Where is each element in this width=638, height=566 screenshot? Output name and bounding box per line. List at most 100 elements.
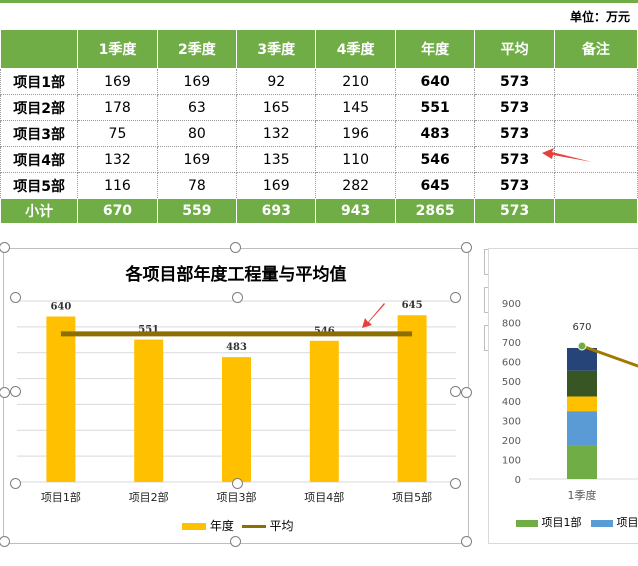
cell-q2[interactable]: 80 xyxy=(156,120,238,147)
bar[interactable] xyxy=(134,339,164,482)
cell-year[interactable]: 483 xyxy=(394,120,476,147)
quarter-chart[interactable]: 0 100 200 300 400 500 600 700 800 900 670 1季度 项目1部 … xyxy=(488,248,638,544)
y-tick-label[interactable]: 600 xyxy=(502,358,521,369)
quarter-chart-legend[interactable]: 项目1部 项目 xyxy=(516,514,638,530)
resize-handle[interactable] xyxy=(461,242,472,253)
stacked-bar-segment[interactable] xyxy=(567,370,597,397)
stacked-bar-segment[interactable] xyxy=(567,347,597,371)
y-tick-label[interactable]: 800 xyxy=(502,319,521,330)
quarter-chart-plot[interactable]: 0 100 200 300 400 500 600 700 800 900 670 1季度 xyxy=(489,249,638,543)
stacked-bar-segment[interactable] xyxy=(567,445,597,479)
data-label[interactable]: 483 xyxy=(226,342,247,353)
header-cell-avg[interactable]: 平均 xyxy=(474,29,555,69)
total-marker[interactable] xyxy=(577,341,587,351)
arrow-shape[interactable] xyxy=(362,303,385,328)
cell-avg[interactable]: 573 xyxy=(474,172,555,199)
cell-name[interactable]: 项目2部 xyxy=(0,94,79,121)
cell-note[interactable] xyxy=(553,68,638,95)
cell-q1[interactable]: 116 xyxy=(77,172,158,199)
header-cell-note[interactable]: 备注 xyxy=(553,29,638,69)
stacked-bar-segment[interactable] xyxy=(567,411,597,446)
cell-year[interactable]: 645 xyxy=(394,172,476,199)
y-tick-label[interactable]: 0 xyxy=(515,475,521,486)
cell-name[interactable]: 项目5部 xyxy=(0,172,79,199)
y-tick-label[interactable]: 200 xyxy=(502,436,521,447)
cell-q1[interactable]: 132 xyxy=(77,146,158,173)
resize-handle[interactable] xyxy=(461,387,472,398)
resize-handle[interactable] xyxy=(230,242,241,253)
cell-year[interactable]: 640 xyxy=(394,68,476,95)
plot-area-handle[interactable] xyxy=(450,386,461,397)
cell-name[interactable]: 项目1部 xyxy=(0,68,79,95)
cell-q2[interactable]: 169 xyxy=(156,68,238,95)
cell-q4[interactable]: 282 xyxy=(315,172,396,199)
cell-avg[interactable]: 573 xyxy=(474,68,555,95)
cell-q2[interactable]: 63 xyxy=(156,94,238,121)
header-cell-corner[interactable] xyxy=(0,29,79,69)
bar[interactable] xyxy=(397,315,427,482)
x-tick-label[interactable]: 项目2部 xyxy=(129,490,169,504)
plot-area-handle[interactable] xyxy=(10,292,21,303)
bar[interactable] xyxy=(222,357,251,482)
y-tick-label[interactable]: 700 xyxy=(502,338,521,349)
data-label[interactable]: 640 xyxy=(50,302,71,313)
bar[interactable] xyxy=(46,316,76,482)
cell-q1[interactable]: 75 xyxy=(77,120,158,147)
resize-handle[interactable] xyxy=(0,536,10,547)
y-tick-label[interactable]: 400 xyxy=(502,397,521,408)
x-tick-label[interactable]: 项目5部 xyxy=(392,490,432,504)
cell-q2[interactable]: 169 xyxy=(156,146,238,173)
y-tick-label[interactable]: 300 xyxy=(502,416,521,427)
cell-note[interactable] xyxy=(553,172,638,199)
plot-area-handle[interactable] xyxy=(450,292,461,303)
total-cell-year[interactable]: 2865 xyxy=(394,198,476,224)
cell-q4[interactable]: 210 xyxy=(315,68,396,95)
total-cell-q3[interactable]: 693 xyxy=(236,198,317,224)
cell-name[interactable]: 项目4部 xyxy=(0,146,79,173)
cell-avg[interactable]: 573 xyxy=(474,94,555,121)
plot-area-handle[interactable] xyxy=(10,386,21,397)
cell-q3[interactable]: 132 xyxy=(236,120,317,147)
total-cell-q4[interactable]: 943 xyxy=(315,198,396,224)
cell-q4[interactable]: 145 xyxy=(315,94,396,121)
resize-handle[interactable] xyxy=(461,536,472,547)
cell-year[interactable]: 551 xyxy=(394,94,476,121)
chart-legend[interactable]: 年度 平均 xyxy=(182,517,294,534)
cell-note[interactable] xyxy=(553,94,638,121)
y-tick-label[interactable]: 100 xyxy=(502,455,521,466)
header-cell-year[interactable]: 年度 xyxy=(394,29,476,69)
y-tick-label[interactable]: 500 xyxy=(502,377,521,388)
cell-year[interactable]: 546 xyxy=(394,146,476,173)
plot-area-handle[interactable] xyxy=(232,478,243,489)
total-label[interactable]: 670 xyxy=(572,322,591,333)
header-cell-q2[interactable]: 2季度 xyxy=(156,29,238,69)
x-tick-label[interactable]: 项目3部 xyxy=(217,490,257,504)
bar[interactable] xyxy=(309,340,339,482)
cell-q3[interactable]: 135 xyxy=(236,146,317,173)
plot-area-handle[interactable] xyxy=(450,478,461,489)
cell-name[interactable]: 项目3部 xyxy=(0,120,79,147)
cell-q3[interactable]: 169 xyxy=(236,172,317,199)
cell-note[interactable] xyxy=(553,120,638,147)
header-cell-q1[interactable]: 1季度 xyxy=(77,29,158,69)
header-cell-q3[interactable]: 3季度 xyxy=(236,29,317,69)
plot-area-handle[interactable] xyxy=(10,478,21,489)
total-cell-q1[interactable]: 670 xyxy=(77,198,158,224)
x-tick-label[interactable]: 项目4部 xyxy=(304,490,344,504)
x-tick-label[interactable]: 项目1部 xyxy=(41,490,81,504)
data-label[interactable]: 645 xyxy=(402,300,423,311)
total-cell-note[interactable] xyxy=(553,198,638,224)
total-cell-name[interactable]: 小计 xyxy=(0,198,79,224)
header-cell-q4[interactable]: 4季度 xyxy=(315,29,396,69)
red-arrow-icon[interactable] xyxy=(362,303,385,328)
cell-q1[interactable]: 178 xyxy=(77,94,158,121)
total-cell-q2[interactable]: 559 xyxy=(156,198,238,224)
x-tick-label[interactable]: 1季度 xyxy=(568,488,597,502)
stacked-bar-segment[interactable] xyxy=(567,396,597,412)
total-cell-avg[interactable]: 573 xyxy=(474,198,555,224)
y-tick-label[interactable]: 900 xyxy=(502,299,521,310)
cell-q3[interactable]: 165 xyxy=(236,94,317,121)
cell-q4[interactable]: 110 xyxy=(315,146,396,173)
cell-q3[interactable]: 92 xyxy=(236,68,317,95)
plot-area-handle[interactable] xyxy=(232,292,243,303)
